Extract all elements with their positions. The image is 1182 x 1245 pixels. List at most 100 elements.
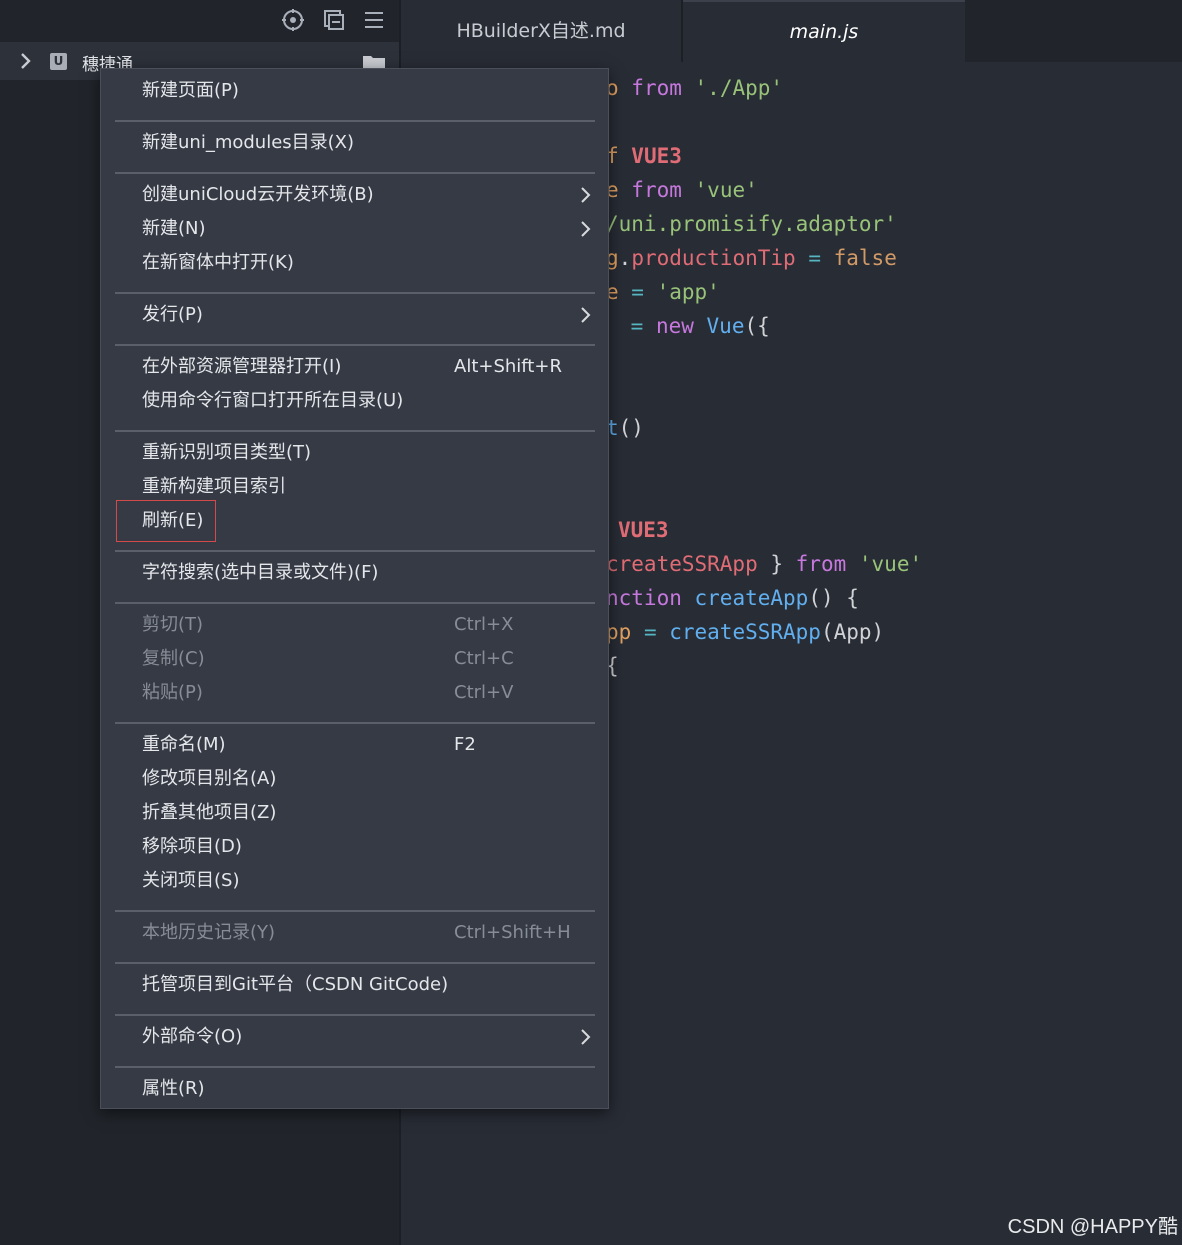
code-token: productionTip xyxy=(631,246,796,270)
sidebar-toolbar xyxy=(0,0,399,42)
code-token: = xyxy=(631,620,670,644)
menu-item[interactable]: 外部命令(O) xyxy=(101,1020,608,1054)
menu-item-label: 托管项目到Git平台（CSDN GitCode) xyxy=(142,974,449,995)
tab-hbuilderx-readme[interactable]: HBuilderX自述.md xyxy=(401,0,683,62)
menu-item-shortcut: F2 xyxy=(454,734,476,755)
code-token: ({ xyxy=(744,314,770,338)
menu-item[interactable]: 使用命令行窗口打开所在目录(U) xyxy=(101,384,608,418)
menu-item[interactable]: 在新窗体中打开(K) xyxy=(101,246,608,280)
code-token: createApp xyxy=(694,586,809,610)
menu-item-label: 粘贴(P) xyxy=(142,682,203,703)
menu-item-shortcut: Alt+Shift+R xyxy=(454,356,562,377)
menu-separator xyxy=(115,172,595,174)
menu-item[interactable]: 新建页面(P) xyxy=(101,74,608,108)
menu-item[interactable]: 修改项目别名(A) xyxy=(101,762,608,796)
menu-item-label: 在新窗体中打开(K) xyxy=(142,252,294,273)
locate-icon[interactable] xyxy=(281,8,305,32)
code-line: g.productionTip = false xyxy=(606,241,897,275)
menu-separator xyxy=(115,550,595,552)
menu-item[interactable]: 折叠其他项目(Z) xyxy=(101,796,608,830)
menu-item[interactable]: 刷新(E) xyxy=(101,504,608,538)
code-token: VUE3 xyxy=(618,518,669,542)
code-token: from xyxy=(795,552,847,576)
code-token: e xyxy=(606,178,632,202)
menu-item: 本地历史记录(Y) Ctrl+Shift+H xyxy=(101,916,608,950)
code-token: pp xyxy=(606,620,632,644)
menu-item-label: 新建页面(P) xyxy=(142,80,239,101)
menu-separator xyxy=(115,292,595,294)
menu-item-label: 剪切(T) xyxy=(142,614,204,635)
menu-item[interactable]: 属性(R) xyxy=(101,1072,608,1106)
watermark: CSDN @HAPPY酷 xyxy=(1007,1216,1178,1238)
menu-item-label: 关闭项目(S) xyxy=(142,870,240,891)
menu-item[interactable]: 重新识别项目类型(T) xyxy=(101,436,608,470)
code-line: e from 'vue' xyxy=(606,173,758,207)
code-line: f VUE3 xyxy=(606,139,682,173)
code-token: = xyxy=(618,280,657,304)
collapse-all-icon[interactable] xyxy=(322,8,346,32)
menu-item-label: 移除项目(D) xyxy=(142,836,242,857)
menu-item[interactable]: 托管项目到Git平台（CSDN GitCode) xyxy=(101,968,608,1002)
menu-separator xyxy=(115,430,595,432)
uni-project-icon: U xyxy=(50,53,67,70)
menu-item[interactable]: 创建uniCloud云开发环境(B) xyxy=(101,178,608,212)
menu-item[interactable]: 重新构建项目索引 xyxy=(101,470,608,504)
menu-item-label: 使用命令行窗口打开所在目录(U) xyxy=(142,390,404,411)
chevron-right-icon xyxy=(579,1028,593,1046)
code-token: new xyxy=(655,314,694,338)
code-token: './App' xyxy=(694,76,784,100)
menu-item-label: 字符搜索(选中目录或文件)(F) xyxy=(142,562,379,583)
code-token: = xyxy=(795,246,834,270)
menu-item-label: 重命名(M) xyxy=(142,734,226,755)
code-line: pp = createSSRApp(App) xyxy=(606,615,884,649)
menu-separator xyxy=(115,1066,595,1068)
chevron-right-icon[interactable] xyxy=(18,52,34,70)
menu-item[interactable]: 发行(P) xyxy=(101,298,608,332)
code-line: = new Vue({ xyxy=(618,309,770,343)
code-token: f xyxy=(606,144,632,168)
code-token: () xyxy=(618,416,644,440)
menu-item-label: 本地历史记录(Y) xyxy=(142,922,276,943)
code-token: (App) xyxy=(820,620,885,644)
menu-item-label: 复制(C) xyxy=(142,648,205,669)
code-token: } xyxy=(757,552,796,576)
code-token: VUE3 xyxy=(631,144,682,168)
menu-separator xyxy=(115,962,595,964)
menu-item-shortcut: Ctrl+V xyxy=(454,682,514,703)
menu-item-label: 重新识别项目类型(T) xyxy=(142,442,312,463)
chevron-right-icon xyxy=(579,220,593,238)
menu-item[interactable]: 新建(N) xyxy=(101,212,608,246)
code-token: o xyxy=(606,76,632,100)
menu-item-label: 刷新(E) xyxy=(142,510,204,531)
code-token: 'vue' xyxy=(858,552,923,576)
code-token: . xyxy=(618,246,632,270)
code-token: createSSRApp xyxy=(669,620,821,644)
menu-item[interactable]: 字符搜索(选中目录或文件)(F) xyxy=(101,556,608,590)
menu-icon[interactable] xyxy=(362,8,386,32)
menu-separator xyxy=(115,1014,595,1016)
menu-item-label: 重新构建项目索引 xyxy=(142,476,286,497)
menu-item[interactable]: 移除项目(D) xyxy=(101,830,608,864)
code-line: e = 'app' xyxy=(606,275,720,309)
menu-item-label: 属性(R) xyxy=(142,1078,205,1099)
code-line: o from './App' xyxy=(606,71,783,105)
menu-separator xyxy=(115,722,595,724)
menu-item-shortcut: Ctrl+Shift+H xyxy=(454,922,571,943)
menu-item-label: 外部命令(O) xyxy=(142,1026,243,1047)
menu-item-shortcut: Ctrl+C xyxy=(454,648,514,669)
menu-item[interactable]: 关闭项目(S) xyxy=(101,864,608,898)
menu-item-label: 修改项目别名(A) xyxy=(142,768,277,789)
menu-item[interactable]: 重命名(M) F2 xyxy=(101,728,608,762)
menu-separator xyxy=(115,910,595,912)
code-token: () { xyxy=(808,586,859,610)
menu-item[interactable]: 在外部资源管理器打开(I) Alt+Shift+R xyxy=(101,350,608,384)
code-token: from xyxy=(631,76,682,100)
code-token: 'vue' xyxy=(694,178,758,202)
menu-item[interactable]: 新建uni_modules目录(X) xyxy=(101,126,608,160)
menu-item: 复制(C) Ctrl+C xyxy=(101,642,608,676)
tab-main-js[interactable]: main.js xyxy=(683,0,965,62)
editor-tab-bar: HBuilderX自述.md main.js xyxy=(401,0,1182,62)
chevron-right-icon xyxy=(579,306,593,324)
